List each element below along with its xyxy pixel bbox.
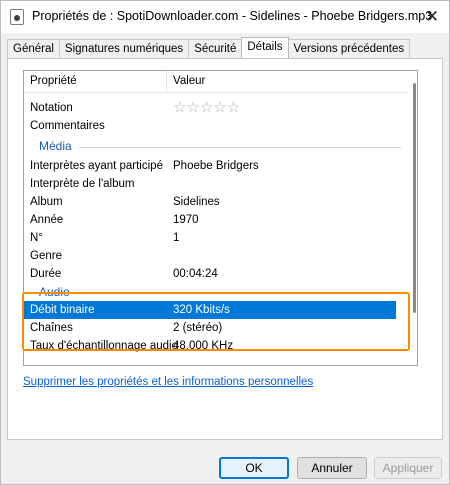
tab-previous-versions[interactable]: Versions précédentes (287, 39, 411, 58)
property-value: 320 Kbits/s (173, 304, 230, 316)
group-label: Audio (39, 285, 70, 299)
property-value: 1 (173, 232, 180, 244)
list-item-track-number[interactable]: N° 1 (24, 229, 396, 247)
ok-button[interactable]: OK (219, 457, 289, 479)
list-item-album[interactable]: Album Sidelines (24, 193, 396, 211)
list-header: Propriété Valeur (24, 71, 409, 93)
tab-general[interactable]: Général (7, 39, 60, 58)
group-divider (76, 293, 401, 294)
property-name: Notation (30, 102, 73, 114)
group-header-media: Média (24, 137, 409, 157)
apply-button[interactable]: Appliquer (374, 457, 442, 479)
list-item-bitrate[interactable]: Débit binaire 320 Kbits/s (24, 301, 396, 319)
tab-digital-signatures[interactable]: Signatures numériques (58, 39, 190, 58)
vertical-scrollbar[interactable] (410, 71, 417, 365)
column-header-property[interactable]: Propriété (30, 75, 77, 87)
property-name: Interprète de l'album (30, 178, 135, 190)
list-item-year[interactable]: Année 1970 (24, 211, 396, 229)
property-name: N° (30, 232, 43, 244)
property-value: 2 (stéréo) (173, 322, 223, 334)
list-item-duration[interactable]: Durée 00:04:24 (24, 265, 396, 283)
tab-security[interactable]: Sécurité (188, 39, 243, 58)
property-name: Chaînes (30, 322, 73, 334)
remove-properties-link[interactable]: Supprimer les propriétés et les informat… (23, 376, 313, 388)
close-button[interactable]: ✕ (415, 1, 449, 33)
property-name: Album (30, 196, 63, 208)
audio-file-icon (10, 9, 24, 25)
cancel-button[interactable]: Annuler (297, 457, 367, 479)
list-item-contributing-artists[interactable]: Interprètes ayant participé Phoebe Bridg… (24, 157, 396, 175)
window-title: Propriétés de : SpotiDownloader.com - Si… (32, 9, 433, 23)
properties-dialog: Propriétés de : SpotiDownloader.com - Si… (0, 0, 450, 485)
property-name: Année (30, 214, 64, 226)
tab-strip: Général Signatures numériques Sécurité D… (7, 37, 411, 59)
list-item-genre[interactable]: Genre (24, 247, 396, 265)
close-icon: ✕ (424, 7, 440, 26)
property-name: Taux d'échantillonnage audio (30, 340, 178, 352)
column-divider[interactable] (166, 71, 167, 93)
property-value: 00:04:24 (173, 268, 218, 280)
property-value: 48.000 KHz (173, 340, 234, 352)
property-name: Interprètes ayant participé (30, 160, 163, 172)
details-panel: Propriété Valeur Notation ☆☆☆☆☆ Commenta… (7, 58, 443, 440)
group-label: Média (39, 139, 72, 153)
list-item-comments[interactable]: Commentaires (24, 117, 396, 135)
rating-stars-icon[interactable]: ☆☆☆☆☆ (173, 99, 240, 117)
property-name: Genre (30, 250, 62, 262)
group-divider (79, 147, 401, 148)
property-name: Durée (30, 268, 62, 280)
property-value: Phoebe Bridgers (173, 160, 259, 172)
list-item-rating[interactable]: Notation ☆☆☆☆☆ (24, 99, 396, 117)
column-header-value[interactable]: Valeur (173, 75, 205, 87)
property-name: Débit binaire (30, 304, 95, 316)
group-header-audio: Audio (24, 283, 409, 303)
property-value: 1970 (173, 214, 199, 226)
property-name: Commentaires (30, 120, 105, 132)
tab-details[interactable]: Détails (241, 37, 289, 58)
scroll-thumb[interactable] (413, 83, 416, 313)
property-list[interactable]: Propriété Valeur Notation ☆☆☆☆☆ Commenta… (23, 70, 418, 366)
property-value: Sidelines (173, 196, 220, 208)
list-item-album-artist[interactable]: Interprète de l'album (24, 175, 396, 193)
title-bar: Propriétés de : SpotiDownloader.com - Si… (1, 1, 449, 33)
list-item-sample-rate[interactable]: Taux d'échantillonnage audio 48.000 KHz (24, 337, 396, 355)
list-item-channels[interactable]: Chaînes 2 (stéréo) (24, 319, 396, 337)
